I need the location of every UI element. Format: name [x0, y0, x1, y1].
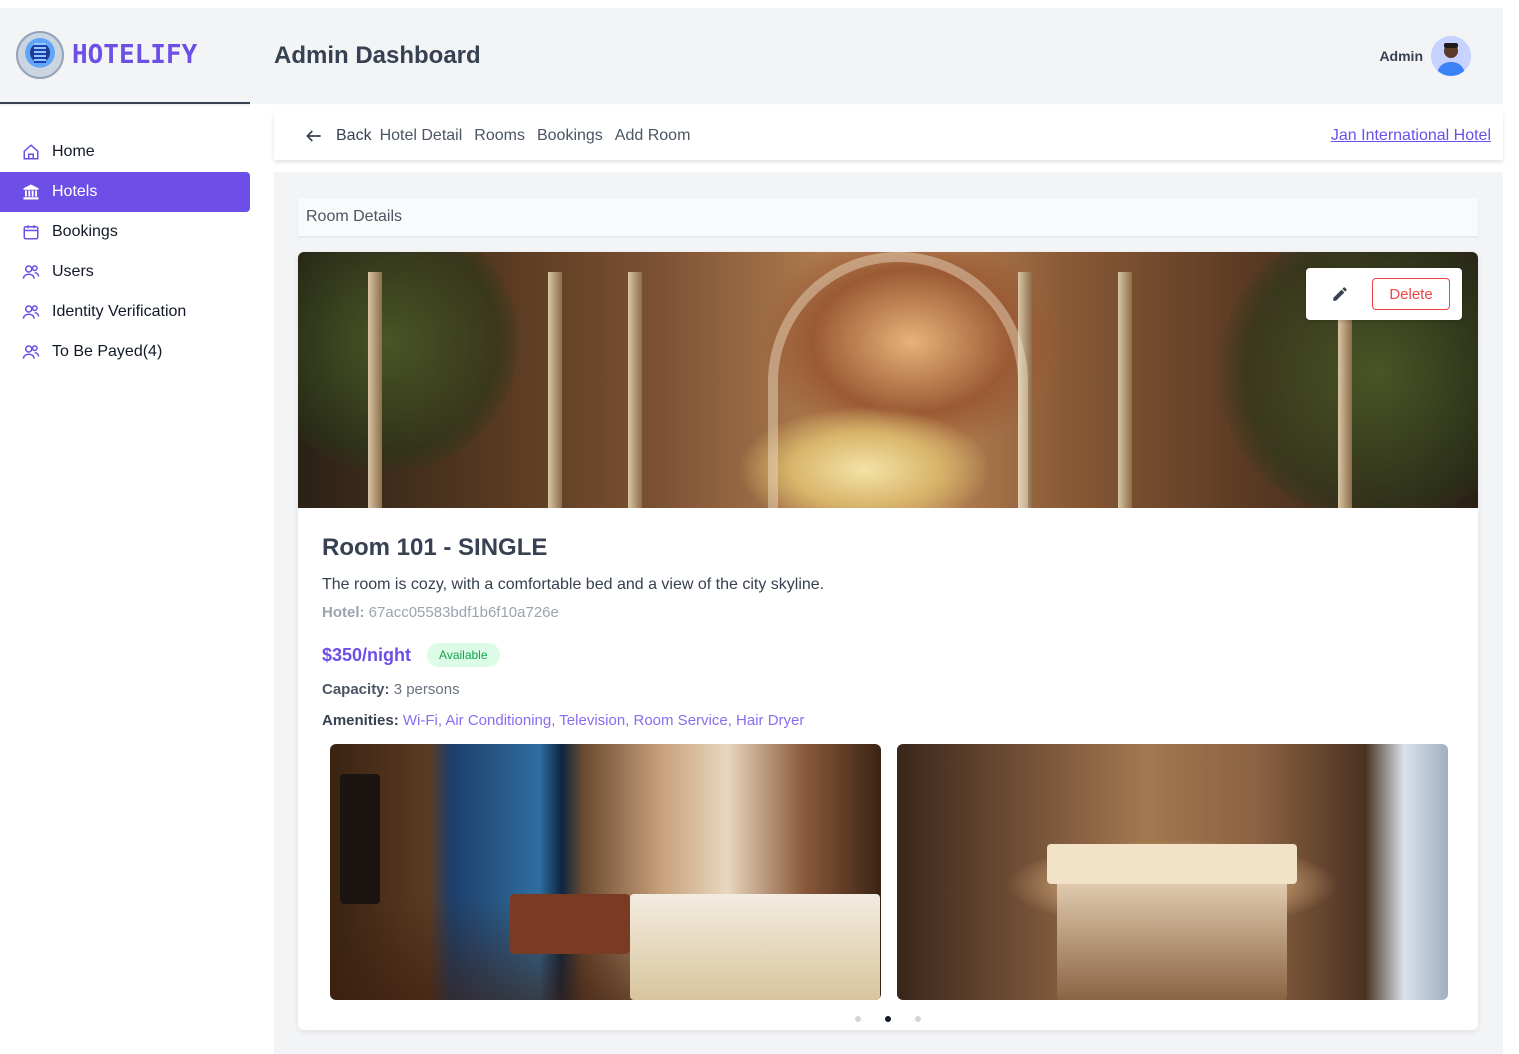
- sidebar-item-label: To Be Payed(4): [52, 343, 163, 360]
- sidebar-item-to-be-payed[interactable]: To Be Payed(4): [0, 332, 250, 372]
- room-hero-image: Delete: [298, 252, 1478, 508]
- carousel-dots: [298, 1016, 1478, 1022]
- hotel-name-link[interactable]: Jan International Hotel: [1331, 127, 1491, 145]
- brand-name: HOTELIFY: [72, 40, 198, 70]
- tab-bookings[interactable]: Bookings: [537, 127, 603, 145]
- room-image-carousel[interactable]: [330, 744, 1448, 1000]
- room-details-panel: Room Details Delete Room 101 - SINGLE Th…: [274, 172, 1503, 1054]
- carousel-slide-image[interactable]: [330, 744, 881, 1000]
- tab-add-room[interactable]: Add Room: [615, 127, 691, 145]
- main-content: Back Hotel Detail Rooms Bookings Add Roo…: [250, 104, 1503, 1054]
- sidebar-item-label: Identity Verification: [52, 303, 187, 320]
- capacity-value: 3 persons: [393, 681, 460, 698]
- tab-rooms[interactable]: Rooms: [474, 127, 525, 145]
- arrow-left-icon: [306, 130, 321, 142]
- page-title: Admin Dashboard: [274, 42, 481, 69]
- room-actions: Delete: [1306, 268, 1462, 320]
- room-subnav: Back Hotel Detail Rooms Bookings Add Roo…: [274, 112, 1503, 160]
- capacity-label: Capacity:: [322, 681, 390, 698]
- users-icon: [22, 263, 40, 281]
- back-button[interactable]: Back: [304, 126, 372, 146]
- room-capacity: Capacity: 3 persons: [322, 681, 824, 698]
- carousel-slide-image[interactable]: [897, 744, 1448, 1000]
- pencil-icon: [1333, 287, 1347, 301]
- panel-title: Room Details: [298, 198, 1478, 236]
- amenities-value: Wi-Fi, Air Conditioning, Television, Roo…: [402, 712, 805, 729]
- sidebar: HOTELIFY Home Hotels Bookings Users Iden…: [0, 8, 250, 1054]
- sidebar-item-label: Home: [52, 143, 95, 160]
- users-icon: [22, 303, 40, 321]
- carousel-dot[interactable]: [855, 1016, 861, 1022]
- amenities-label: Amenities:: [322, 712, 399, 729]
- sidebar-item-hotels[interactable]: Hotels: [0, 172, 250, 212]
- brand[interactable]: HOTELIFY: [0, 8, 250, 104]
- sidebar-item-label: Hotels: [52, 183, 98, 200]
- room-card: Delete Room 101 - SINGLE The room is coz…: [298, 252, 1478, 1030]
- carousel-dot-active[interactable]: [885, 1016, 891, 1022]
- carousel-dot[interactable]: [915, 1016, 921, 1022]
- sidebar-item-label: Bookings: [52, 223, 118, 240]
- sidebar-item-bookings[interactable]: Bookings: [0, 212, 250, 252]
- sidebar-item-label: Users: [52, 263, 94, 280]
- app-root: HOTELIFY Home Hotels Bookings Users Iden…: [0, 0, 1519, 1054]
- room-info: Room 101 - SINGLE The room is cozy, with…: [322, 534, 824, 729]
- bank-icon: [22, 183, 40, 201]
- users-icon: [22, 343, 40, 361]
- hotel-id-value: 67acc05583bdf1b6f10a726e: [368, 604, 559, 621]
- delete-button[interactable]: Delete: [1372, 278, 1450, 310]
- room-price: $350/night: [322, 644, 412, 665]
- status-badge: Available: [427, 643, 500, 667]
- tab-hotel-detail[interactable]: Hotel Detail: [380, 127, 463, 145]
- hotel-booking-logo-icon: [16, 31, 64, 79]
- user-menu[interactable]: Admin: [1379, 36, 1471, 76]
- sidebar-item-users[interactable]: Users: [0, 252, 250, 292]
- sidebar-item-home[interactable]: Home: [0, 132, 250, 172]
- hotel-id-label: Hotel:: [322, 604, 365, 621]
- calendar-icon: [22, 223, 40, 241]
- user-name: Admin: [1379, 48, 1423, 64]
- price-row: $350/night Available: [322, 643, 824, 667]
- edit-button[interactable]: [1322, 276, 1358, 312]
- room-title: Room 101 - SINGLE: [322, 534, 548, 561]
- room-description: The room is cozy, with a comfortable bed…: [322, 576, 825, 593]
- top-header: Admin Dashboard Admin: [250, 8, 1503, 104]
- sidebar-nav: Home Hotels Bookings Users Identity Veri…: [0, 106, 250, 1054]
- back-label: Back: [336, 127, 372, 144]
- home-icon: [22, 143, 40, 161]
- room-amenities: Amenities: Wi-Fi, Air Conditioning, Tele…: [322, 712, 824, 729]
- room-hotel-id: Hotel: 67acc05583bdf1b6f10a726e: [322, 604, 824, 621]
- avatar[interactable]: [1431, 36, 1471, 76]
- sidebar-item-identity-verification[interactable]: Identity Verification: [0, 292, 250, 332]
